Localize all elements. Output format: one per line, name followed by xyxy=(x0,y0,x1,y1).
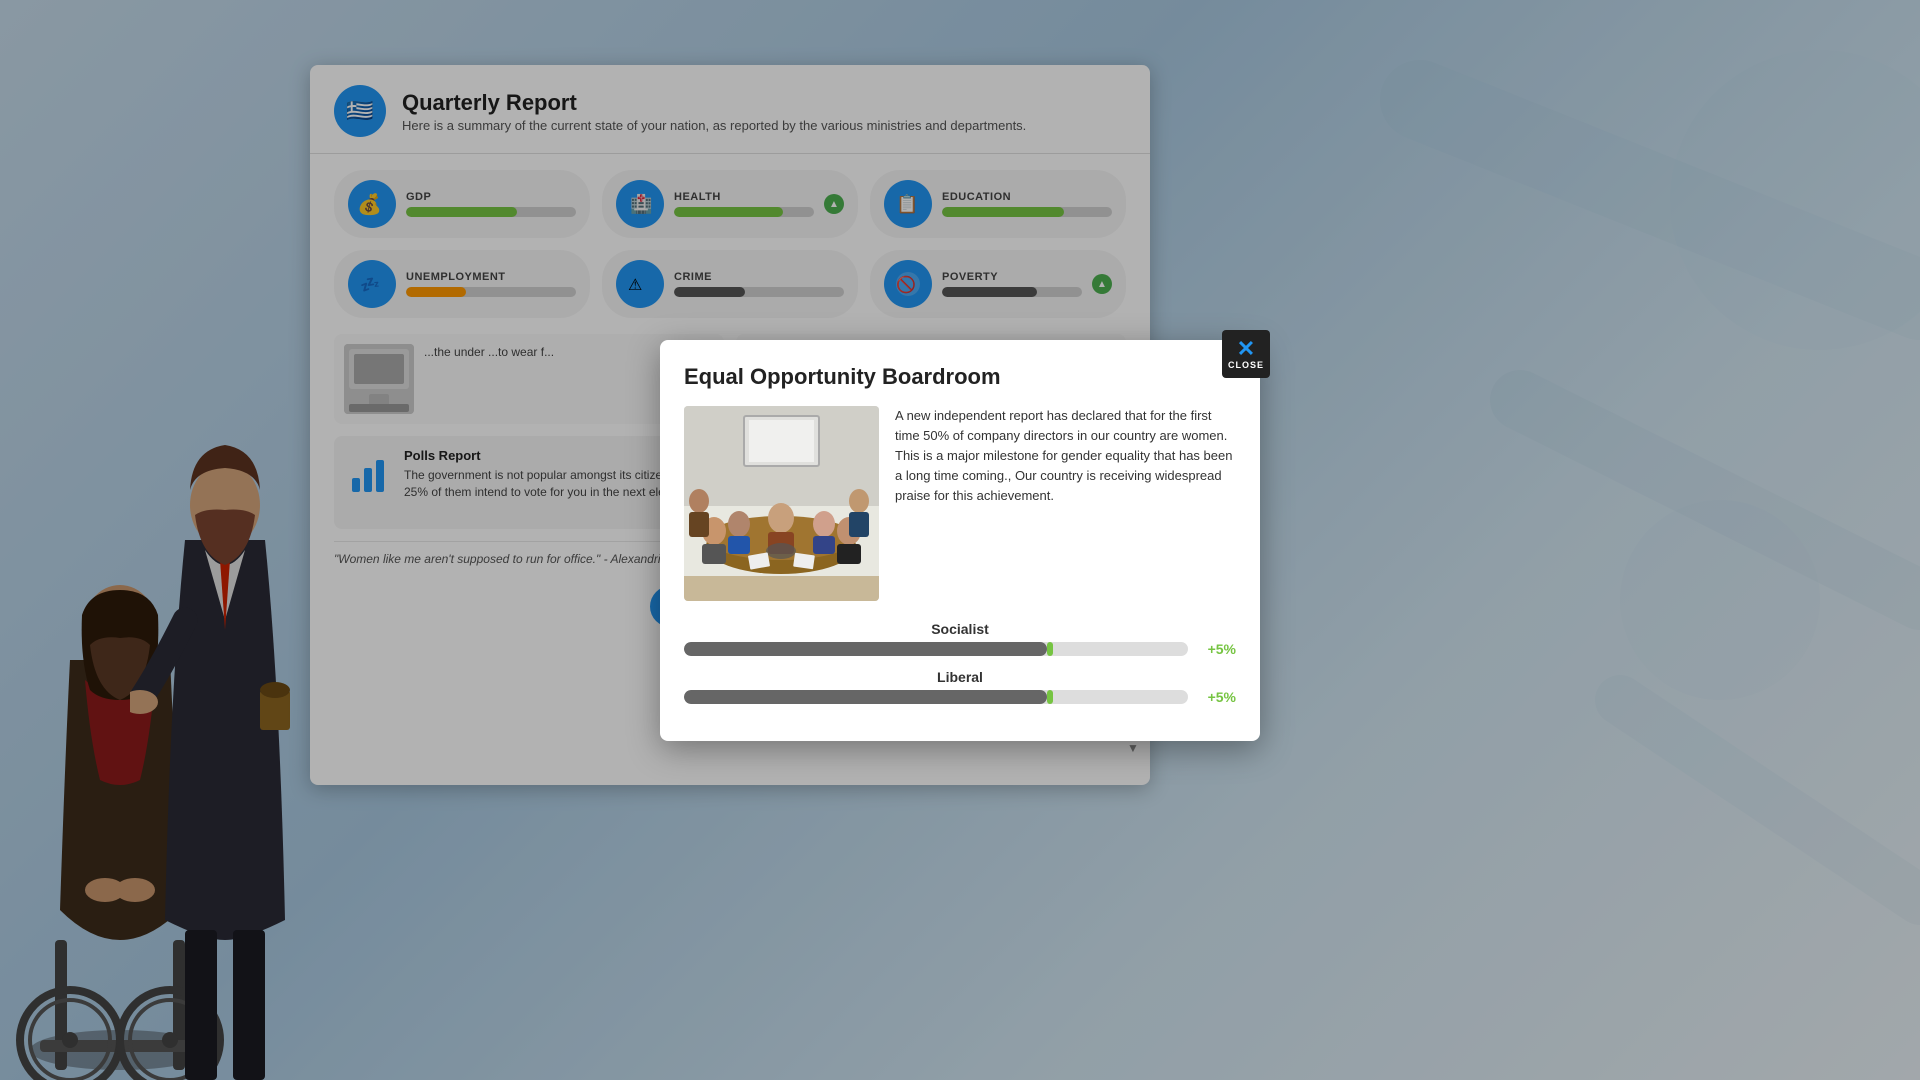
modal-title: Equal Opportunity Boardroom xyxy=(684,364,1236,390)
modal-close-button[interactable]: ✕ CLOSE xyxy=(1222,330,1270,378)
modal-dialog: ✕ CLOSE Equal Opportunity Boardroom xyxy=(660,340,1260,741)
close-label: CLOSE xyxy=(1228,360,1264,370)
liberal-bar-bg xyxy=(684,690,1188,704)
liberal-label: Liberal xyxy=(684,669,1236,685)
liberal-bar-indicator xyxy=(1047,690,1053,704)
socialist-bar-indicator xyxy=(1047,642,1053,656)
modal-effects: Socialist +5% Liberal xyxy=(684,621,1236,705)
modal-description: A new independent report has declared th… xyxy=(895,406,1236,601)
boardroom-illustration xyxy=(684,406,879,601)
effect-liberal: Liberal +5% xyxy=(684,669,1236,705)
liberal-bar-fill xyxy=(684,690,1047,704)
effect-socialist: Socialist +5% xyxy=(684,621,1236,657)
socialist-label: Socialist xyxy=(684,621,1236,637)
socialist-bar-fill xyxy=(684,642,1047,656)
close-x-icon: ✕ xyxy=(1237,338,1255,360)
modal-image xyxy=(684,406,879,601)
modal-content: A new independent report has declared th… xyxy=(684,406,1236,601)
socialist-value: +5% xyxy=(1196,641,1236,657)
liberal-value: +5% xyxy=(1196,689,1236,705)
modal-overlay: ✕ CLOSE Equal Opportunity Boardroom xyxy=(0,0,1920,1080)
socialist-bar-bg xyxy=(684,642,1188,656)
modal-body: Equal Opportunity Boardroom xyxy=(660,340,1260,741)
